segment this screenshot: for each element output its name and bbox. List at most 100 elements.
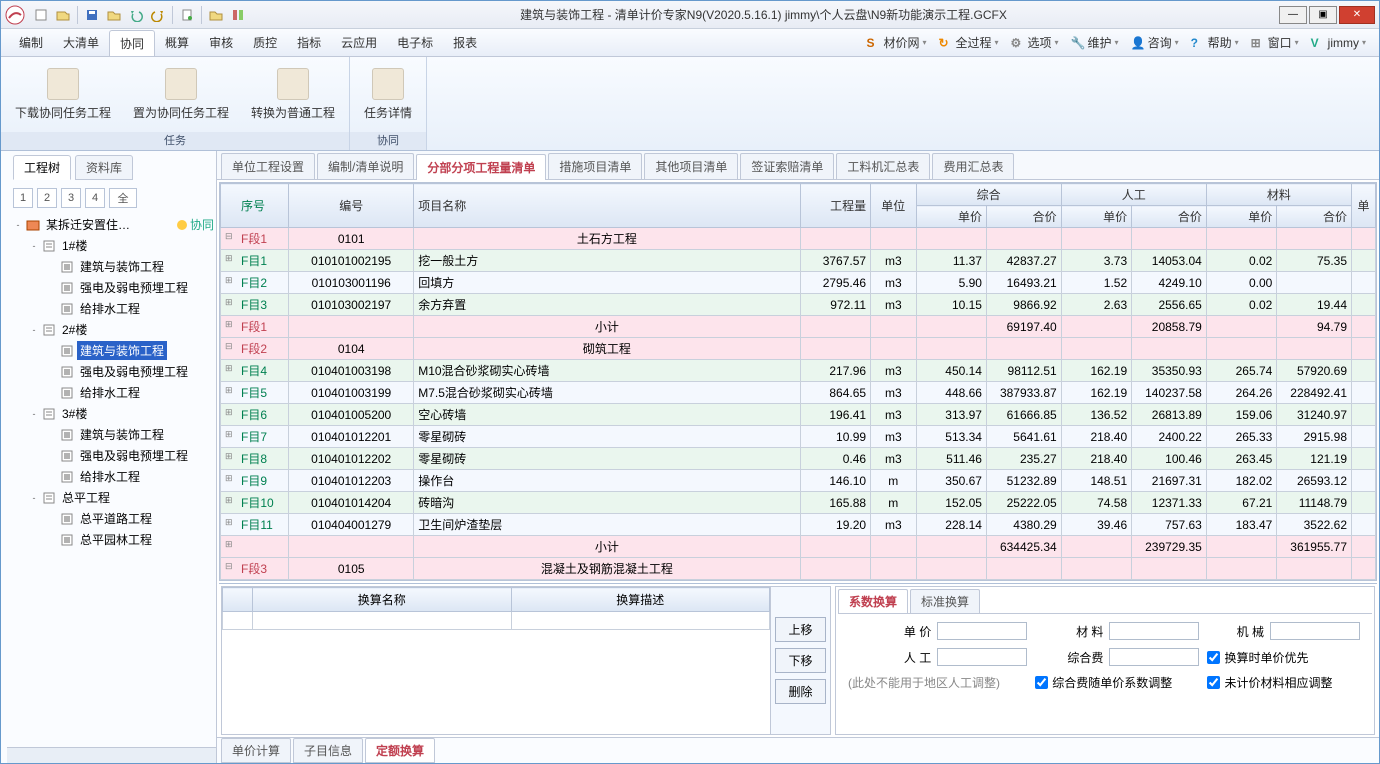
qa-new-icon[interactable]: [31, 5, 51, 25]
pager-4[interactable]: 4: [85, 188, 105, 208]
rlink-jimmy[interactable]: Vjimmy▾: [1306, 32, 1371, 53]
menu-审核[interactable]: 审核: [199, 30, 243, 56]
content-tab-1[interactable]: 编制/清单说明: [317, 153, 414, 179]
menu-大清单[interactable]: 大清单: [53, 30, 109, 56]
grid-item-row[interactable]: F目11010404001279卫生间炉渣垫层19.20m3228.144380…: [221, 514, 1376, 536]
rlink-全过程[interactable]: ↻全过程▾: [933, 32, 1003, 53]
menu-云应用[interactable]: 云应用: [331, 30, 387, 56]
maximize-button[interactable]: ▣: [1309, 6, 1337, 24]
bottom-tab-单价计算[interactable]: 单价计算: [221, 738, 291, 763]
menu-协同[interactable]: 协同: [109, 30, 155, 56]
tree-node[interactable]: 建筑与装饰工程: [11, 256, 214, 277]
check-unpriced[interactable]: 未计价材料相应调整: [1207, 674, 1362, 691]
grid-item-row[interactable]: F目6010401005200空心砖墙196.41m3313.9761666.8…: [221, 404, 1376, 426]
grid-item-row[interactable]: F目1010101002195挖一般土方3767.57m311.3742837.…: [221, 250, 1376, 272]
qa-tools-icon[interactable]: [228, 5, 248, 25]
btn-删除[interactable]: 删除: [775, 679, 826, 704]
ribbon-下载协同任务工程[interactable]: 下载协同任务工程: [9, 61, 117, 128]
menu-电子标[interactable]: 电子标: [387, 30, 443, 56]
menu-编制[interactable]: 编制: [9, 30, 53, 56]
machine-input[interactable]: [1270, 622, 1360, 640]
menu-质控[interactable]: 质控: [243, 30, 287, 56]
grid-subtotal-row[interactable]: F段1小计69197.4020858.7994.79: [221, 316, 1376, 338]
conversion-table[interactable]: 换算名称 换算描述 上移下移删除: [221, 586, 831, 735]
tree-node[interactable]: -某拆迁安置住…协同: [11, 214, 214, 235]
grid-item-row[interactable]: F目8010401012202零星砌砖0.46m3511.46235.27218…: [221, 448, 1376, 470]
grid-segment-row[interactable]: F段10101土石方工程: [221, 228, 1376, 250]
rlink-咨询[interactable]: 👤咨询▾: [1126, 32, 1184, 53]
qa-doc-icon[interactable]: [177, 5, 197, 25]
btn-下移[interactable]: 下移: [775, 648, 826, 673]
rlink-选项[interactable]: ⚙选项▾: [1006, 32, 1064, 53]
qa-folder2-icon[interactable]: [206, 5, 226, 25]
material-input[interactable]: [1109, 622, 1199, 640]
lr-tab-系数换算[interactable]: 系数换算: [838, 589, 908, 613]
grid-subtotal-row[interactable]: 小计634425.34239729.35361955.77: [221, 536, 1376, 558]
btn-上移[interactable]: 上移: [775, 617, 826, 642]
rlink-维护[interactable]: 🔧维护▾: [1066, 32, 1124, 53]
tree-node[interactable]: -3#楼: [11, 403, 214, 424]
comprehensive-input[interactable]: [1109, 648, 1199, 666]
menu-概算[interactable]: 概算: [155, 30, 199, 56]
tree-node[interactable]: 总平道路工程: [11, 508, 214, 529]
qa-save-icon[interactable]: [82, 5, 102, 25]
grid-item-row[interactable]: F目9010401012203操作台146.10m350.6751232.891…: [221, 470, 1376, 492]
content-tab-6[interactable]: 工料机汇总表: [836, 153, 930, 179]
unitprice-input[interactable]: [937, 622, 1027, 640]
tree-node[interactable]: -2#楼: [11, 319, 214, 340]
grid-item-row[interactable]: F目5010401003199M7.5混合砂浆砌实心砖墙864.65m3448.…: [221, 382, 1376, 404]
pager-3[interactable]: 3: [61, 188, 81, 208]
content-tab-5[interactable]: 签证索赔清单: [740, 153, 834, 179]
pager-2[interactable]: 2: [37, 188, 57, 208]
close-button[interactable]: ✕: [1339, 6, 1375, 24]
tree-node[interactable]: 给排水工程: [11, 466, 214, 487]
rlink-帮助[interactable]: ?帮助▾: [1186, 32, 1244, 53]
project-tree[interactable]: -某拆迁安置住…协同-1#楼建筑与装饰工程强电及弱电预埋工程给排水工程-2#楼建…: [7, 212, 216, 747]
tree-node[interactable]: 强电及弱电预埋工程: [11, 445, 214, 466]
grid-item-row[interactable]: F目7010401012201零星砌砖10.99m3513.345641.612…: [221, 426, 1376, 448]
ribbon-转换为普通工程[interactable]: 转换为普通工程: [245, 61, 341, 128]
ribbon-置为协同任务工程[interactable]: 置为协同任务工程: [127, 61, 235, 128]
rlink-窗口[interactable]: ⊞窗口▾: [1246, 32, 1304, 53]
tree-node[interactable]: 给排水工程: [11, 382, 214, 403]
left-tab-资料库[interactable]: 资料库: [75, 155, 133, 180]
bottom-tab-子目信息[interactable]: 子目信息: [293, 738, 363, 763]
minimize-button[interactable]: —: [1279, 6, 1307, 24]
grid-item-row[interactable]: F目12010501001313地面垫层76.46m3504.9938611.5…: [221, 580, 1376, 582]
pager-1[interactable]: 1: [13, 188, 33, 208]
content-tab-3[interactable]: 措施项目清单: [548, 153, 642, 179]
menu-指标[interactable]: 指标: [287, 30, 331, 56]
qa-undo-icon[interactable]: [126, 5, 146, 25]
qa-open-icon[interactable]: [53, 5, 73, 25]
check-comprehensive[interactable]: 综合费随单价系数调整: [1035, 674, 1201, 691]
content-tab-4[interactable]: 其他项目清单: [644, 153, 738, 179]
tree-node[interactable]: 给排水工程: [11, 298, 214, 319]
tree-node[interactable]: 建筑与装饰工程: [11, 340, 214, 361]
grid-item-row[interactable]: F目3010103002197余方弃置972.11m310.159866.922…: [221, 294, 1376, 316]
tree-node[interactable]: 强电及弱电预埋工程: [11, 277, 214, 298]
content-tab-0[interactable]: 单位工程设置: [221, 153, 315, 179]
ribbon-任务详情[interactable]: 任务详情: [358, 61, 418, 128]
tree-node[interactable]: 总平园林工程: [11, 529, 214, 550]
grid-segment-row[interactable]: F段30105混凝土及钢筋混凝土工程: [221, 558, 1376, 580]
grid-item-row[interactable]: F目2010103001196回填方2795.46m35.9016493.211…: [221, 272, 1376, 294]
tree-node[interactable]: 强电及弱电预埋工程: [11, 361, 214, 382]
tree-node[interactable]: 建筑与装饰工程: [11, 424, 214, 445]
data-grid[interactable]: 序号编号项目名称工程量单位综合人工材料单单价合价单价合价单价合价F段10101土…: [219, 182, 1377, 581]
qa-redo-icon[interactable]: [148, 5, 168, 25]
left-scrollbar[interactable]: [7, 747, 216, 763]
qa-folder-icon[interactable]: [104, 5, 124, 25]
content-tab-2[interactable]: 分部分项工程量清单: [416, 154, 546, 180]
content-tab-7[interactable]: 费用汇总表: [932, 153, 1014, 179]
tree-node[interactable]: -1#楼: [11, 235, 214, 256]
left-tab-工程树[interactable]: 工程树: [13, 155, 71, 180]
bottom-tab-定额换算[interactable]: 定额换算: [365, 738, 435, 763]
check-priority[interactable]: 换算时单价优先: [1207, 649, 1362, 666]
pager-全[interactable]: 全: [109, 188, 137, 208]
grid-item-row[interactable]: F目10010401014204砖暗沟165.88m152.0525222.05…: [221, 492, 1376, 514]
rlink-材价网[interactable]: S材价网▾: [861, 32, 931, 53]
grid-segment-row[interactable]: F段20104砌筑工程: [221, 338, 1376, 360]
grid-item-row[interactable]: F目4010401003198M10混合砂浆砌实心砖墙217.96m3450.1…: [221, 360, 1376, 382]
lr-tab-标准换算[interactable]: 标准换算: [910, 589, 980, 613]
menu-报表[interactable]: 报表: [443, 30, 487, 56]
